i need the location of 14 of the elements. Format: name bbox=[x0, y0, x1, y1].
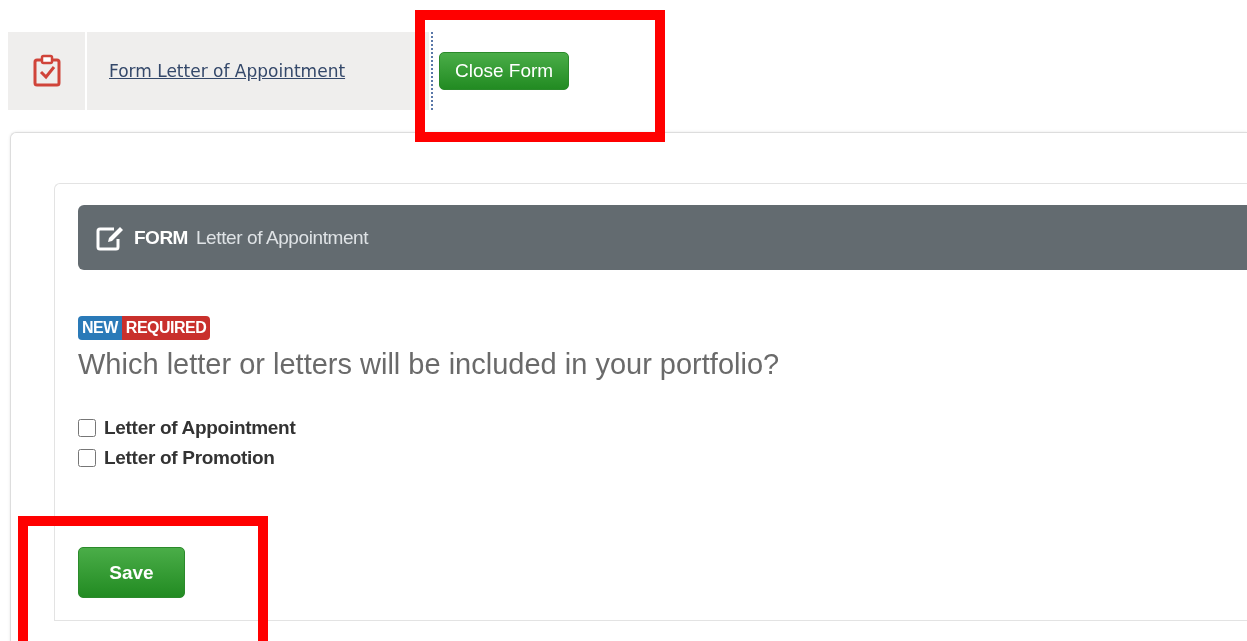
checkbox[interactable] bbox=[78, 419, 96, 437]
form-label: FORM bbox=[134, 226, 188, 249]
form-title: Letter of Appointment bbox=[195, 226, 369, 249]
close-form-button[interactable]: Close Form bbox=[439, 52, 570, 90]
form-link[interactable]: Form Letter of Appointment bbox=[109, 61, 346, 81]
clipboard-check-icon bbox=[31, 54, 62, 88]
option-label: Letter of Appointment bbox=[104, 417, 296, 439]
edit-icon bbox=[96, 224, 126, 251]
checkbox[interactable] bbox=[78, 449, 96, 467]
question-text: Which letter or letters will be included in your portfolio? bbox=[78, 348, 781, 381]
option-label: Letter of Promotion bbox=[104, 447, 275, 469]
save-button[interactable]: Save bbox=[78, 547, 185, 598]
status-badge: NEW bbox=[78, 316, 122, 340]
status-badge: REQUIRED bbox=[121, 316, 211, 340]
